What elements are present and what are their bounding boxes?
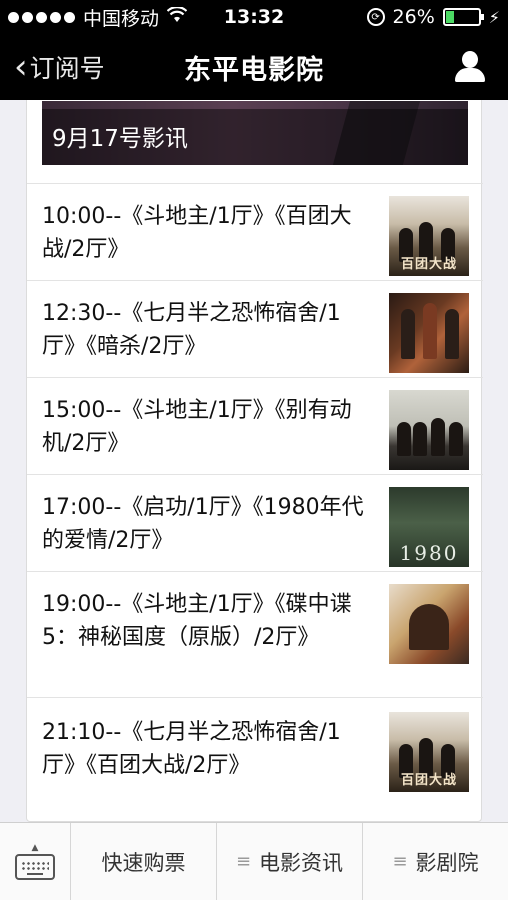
war-poster: 百团大战 [389, 712, 469, 792]
menu-theater[interactable]: ≡ 影剧院 [362, 823, 508, 900]
status-bar: 中国移动 13:32 ⟳ 26% ⚡ [0, 0, 508, 34]
showtime-text: 10:00--《斗地主/1厅》《百团大战/2厅》 [42, 204, 352, 262]
list-item[interactable]: 15:00--《斗地主/1厅》《别有动机/2厅》 [27, 377, 483, 474]
menu-lines-icon: ≡ [392, 851, 408, 872]
1980-poster: 1980 [389, 487, 469, 567]
list-item[interactable]: 12:30--《七月半之恐怖宿舍/1厅》《暗杀/2厅》 [27, 280, 483, 377]
carrier-name: 中国移动 [83, 7, 160, 30]
back-button[interactable]: ‹ 订阅号 [0, 34, 105, 100]
list-item[interactable]: 19:00--《斗地主/1厅》《碟中谍5：神秘国度（原版）/2厅》 [27, 571, 483, 697]
poster-title: 百团大战 [400, 773, 457, 788]
showtime-text: 12:30--《七月半之恐怖宿舍/1厅》《暗杀/2厅》 [42, 301, 341, 359]
chevron-left-icon: ‹ [14, 47, 28, 87]
menu-theater-label: 影剧院 [415, 850, 479, 875]
person-icon[interactable] [454, 51, 486, 83]
showtime-text: 21:10--《七月半之恐怖宿舍/1厅》《百团大战/2厅》 [42, 720, 341, 778]
banner-image[interactable]: 9月17号影讯 [42, 101, 468, 165]
bottom-menu: ▲ 快速购票 ≡ 电影资讯 ≡ 影剧院 [0, 822, 508, 900]
poster-title: 1980 [399, 541, 459, 565]
keyboard-icon: ▲ [15, 843, 55, 880]
showtime-text: 17:00--《启功/1厅》《1980年代的爱情/2厅》 [42, 495, 364, 553]
menu-buy-label: 快速购票 [101, 850, 186, 875]
rotation-lock-icon: ⟳ [366, 8, 385, 26]
keyboard-toggle-button[interactable]: ▲ [0, 823, 70, 900]
war-poster: 百团大战 [389, 196, 469, 276]
list-item[interactable]: 17:00--《启功/1厅》《1980年代的爱情/2厅》 1980 [27, 474, 483, 571]
showtime-text: 19:00--《斗地主/1厅》《碟中谍5：神秘国度（原版）/2厅》 [42, 592, 352, 650]
nav-bar: ‹ 订阅号 东平电影院 [0, 34, 508, 100]
list-item[interactable]: 21:10--《七月半之恐怖宿舍/1厅》《百团大战/2厅》 百团大战 [27, 697, 483, 802]
menu-movie-news[interactable]: ≡ 电影资讯 [216, 823, 362, 900]
battery-icon [442, 8, 484, 26]
poster-title: 百团大战 [400, 257, 457, 272]
article-content[interactable]: 9月17号影讯 10:00--《斗地主/1厅》《百团大战/2厅》 百团大战 12… [0, 100, 508, 822]
mission-impossible-poster [389, 584, 469, 664]
signal-dots-icon [8, 11, 75, 23]
charging-bolt-icon: ⚡ [488, 7, 500, 27]
battery-percent: 26% [392, 6, 435, 28]
list-item[interactable]: 10:00--《斗地主/1厅》《百团大战/2厅》 百团大战 [27, 183, 483, 280]
wifi-icon [166, 5, 188, 28]
showtime-text: 15:00--《斗地主/1厅》《别有动机/2厅》 [42, 398, 352, 456]
menu-lines-icon: ≡ [235, 851, 252, 872]
menu-news-label: 电影资讯 [259, 850, 344, 875]
assassination-poster [389, 293, 469, 373]
banner-title: 9月17号影讯 [52, 126, 188, 152]
schedule-card: 9月17号影讯 10:00--《斗地主/1厅》《百团大战/2厅》 百团大战 12… [26, 100, 483, 822]
menu-buy-tickets[interactable]: 快速购票 [70, 823, 216, 900]
motive-poster [389, 390, 469, 470]
back-label: 订阅号 [29, 54, 105, 83]
